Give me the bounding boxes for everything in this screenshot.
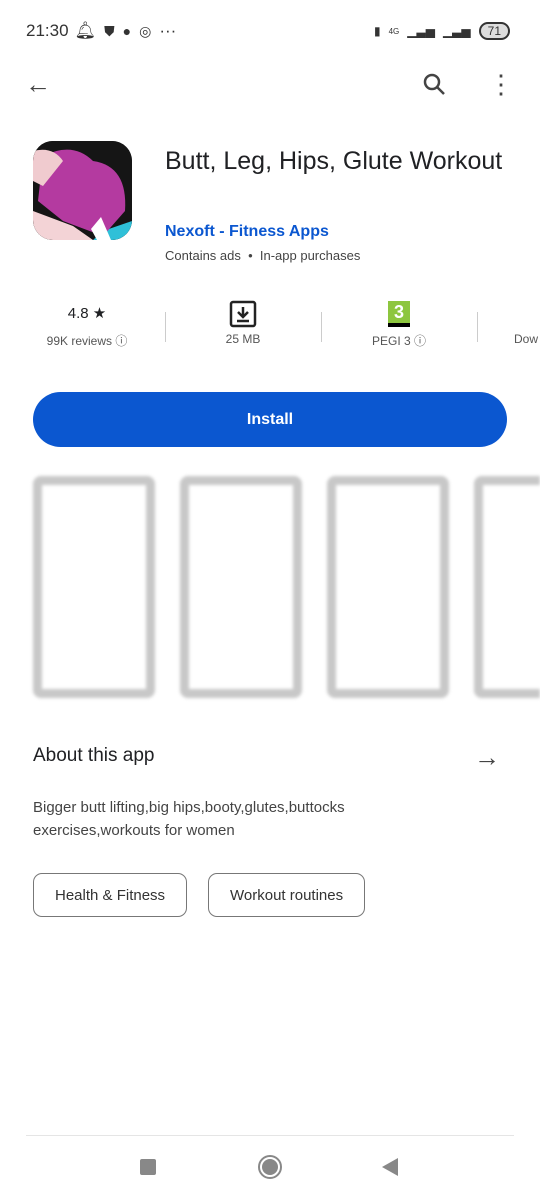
signal-icon-2: ▁▃▅ (442, 24, 471, 38)
about-description: Bigger butt lifting,big hips,booty,glute… (33, 799, 345, 839)
nav-divider (26, 1135, 514, 1136)
chat-icon: ● (122, 23, 132, 39)
app-title: Butt, Leg, Hips, Glute Workout (165, 147, 503, 175)
status-bar: 21:30 🔔︎ ⛊ ● ◎ ··· ▮ 4G ▁▃▅ ▁▃▅ 71 (26, 18, 510, 44)
screenshot-thumbnail[interactable] (180, 476, 302, 698)
home-icon[interactable] (258, 1155, 282, 1179)
screenshot-thumbnail[interactable] (33, 476, 155, 698)
bell-icon: 🔔︎ (74, 21, 97, 40)
app-meta: Contains ads • In-app purchases (165, 248, 361, 263)
app-icon (33, 141, 132, 240)
pegi-label: PEGI 3 ⓘ (371, 334, 427, 348)
install-button[interactable]: Install (33, 392, 507, 447)
shield-icon: ⛊ (104, 22, 115, 39)
screenshot-thumbnail[interactable] (474, 476, 540, 698)
pegi-badge: 3 (388, 301, 410, 327)
developer-link[interactable]: Nexoft - Fitness Apps (165, 223, 329, 241)
divider (321, 312, 322, 342)
chip-health-fitness[interactable]: Health & Fitness (33, 873, 188, 917)
divider (477, 312, 478, 342)
recents-icon[interactable] (140, 1159, 156, 1175)
instagram-icon: ◎ (139, 22, 152, 39)
size-value: 25 MB (225, 332, 261, 346)
battery-indicator: 71 (478, 22, 510, 40)
back-arrow-icon[interactable]: ← (18, 64, 58, 104)
pegi-stat[interactable]: 3 PEGI 3 ⓘ (334, 300, 464, 349)
vibrate-icon: ▮ (373, 24, 381, 38)
signal-icon: ▁▃▅ (407, 24, 435, 38)
downloads-stat: Dow (490, 300, 540, 346)
search-icon[interactable] (414, 64, 454, 104)
more-notifications-icon: ··· (159, 21, 177, 40)
more-options-icon[interactable]: ⋮ (481, 64, 521, 104)
rating-stat[interactable]: 4.8 ★ 99K reviews ⓘ (22, 300, 152, 349)
chip-workout-routines[interactable]: Workout routines (208, 873, 366, 917)
downloads-label: Dow (514, 332, 539, 346)
screenshot-thumbnail[interactable] (327, 476, 449, 698)
about-title[interactable]: About this app (33, 745, 154, 767)
divider (165, 312, 166, 342)
arrow-right-icon[interactable]: → (474, 742, 500, 773)
download-icon (178, 300, 308, 328)
network-label: 4G (388, 26, 400, 36)
clock: 21:30 (26, 21, 69, 40)
size-stat: 25 MB (178, 300, 308, 346)
top-app-bar: ← ⋮ (0, 64, 540, 108)
back-nav-icon[interactable] (382, 1158, 398, 1176)
reviews-count: 99K reviews ⓘ (46, 334, 128, 348)
rating-value: 4.8 ★ (67, 305, 107, 322)
